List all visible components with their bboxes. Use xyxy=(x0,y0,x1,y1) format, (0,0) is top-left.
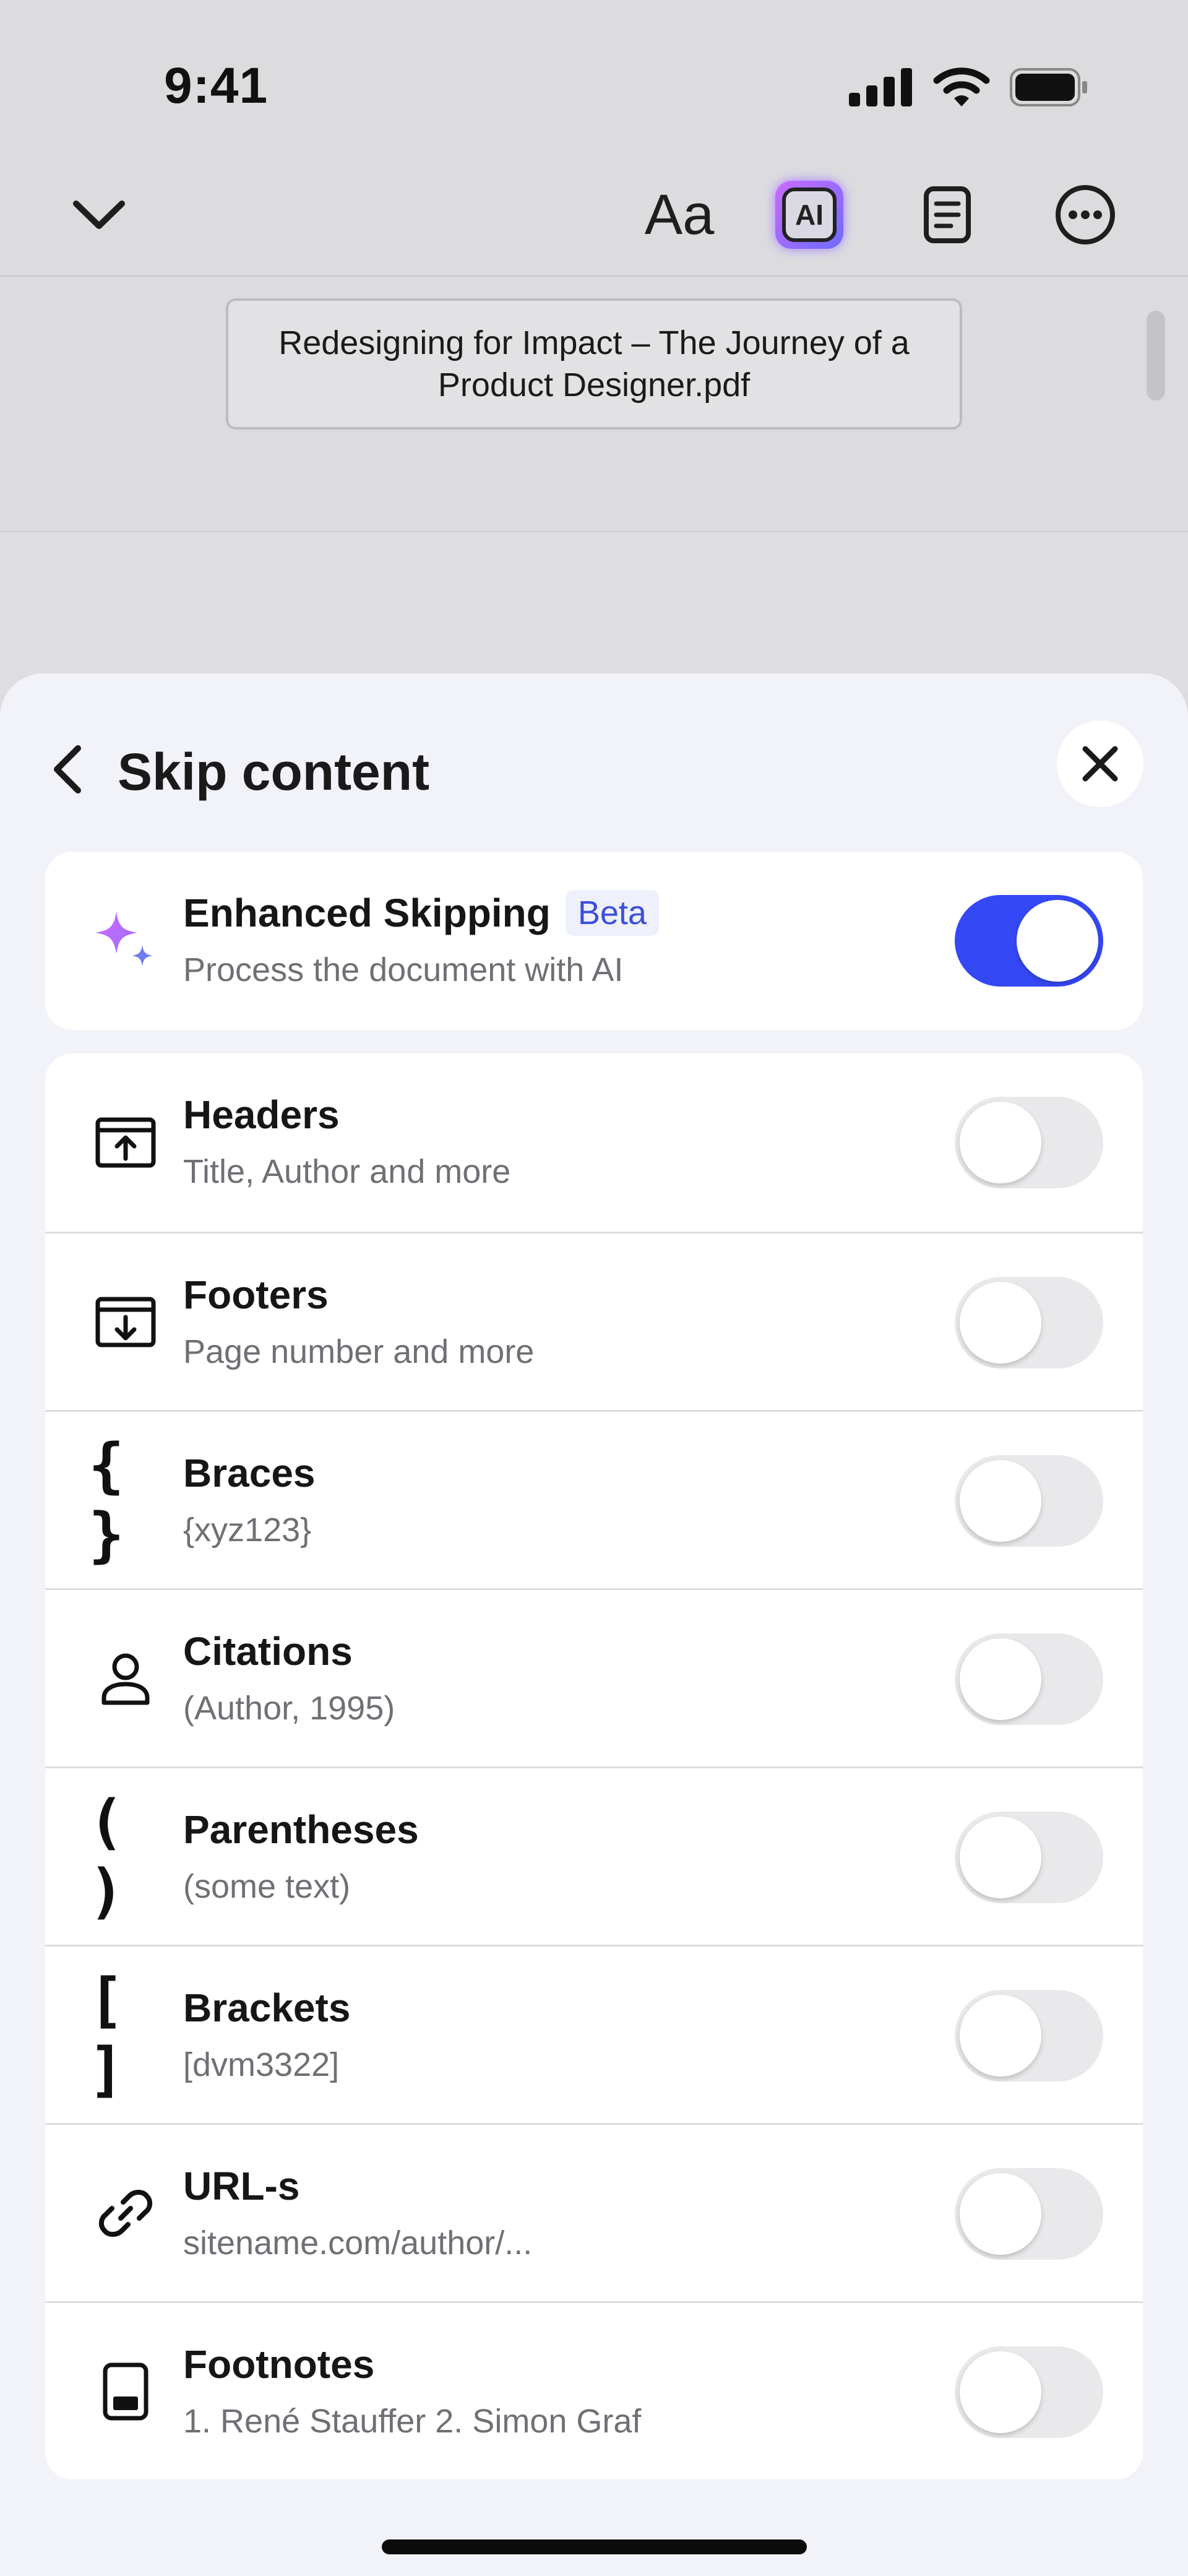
beta-badge: Beta xyxy=(565,890,659,936)
more-icon xyxy=(1056,185,1115,244)
ai-feature-card: Enhanced Skipping Beta Process the docume… xyxy=(45,852,1143,1030)
option-subtitle: [dvm3322] xyxy=(183,2046,340,2083)
option-title: URL-s xyxy=(183,2164,300,2208)
option-headers[interactable]: Headers Title, Author and more xyxy=(45,1053,1143,1232)
urls-toggle[interactable] xyxy=(955,2168,1103,2260)
close-icon xyxy=(1082,746,1118,782)
ai-icon: AI xyxy=(775,181,843,249)
enhanced-skipping-toggle[interactable] xyxy=(955,895,1103,987)
option-urls[interactable]: URL-s sitename.com/author/... xyxy=(45,2123,1143,2301)
status-time: 9:41 xyxy=(164,58,269,114)
sparkle-icon xyxy=(88,852,163,1030)
collapse-button[interactable] xyxy=(59,175,139,255)
skip-options-card: Headers Title, Author and more Footers P… xyxy=(45,1053,1143,2479)
header-icon xyxy=(88,1053,163,1232)
ai-button[interactable]: AI xyxy=(769,175,850,255)
option-title: Footnotes xyxy=(183,2342,375,2387)
option-title: Brackets xyxy=(183,1986,351,2030)
braces-toggle[interactable] xyxy=(955,1455,1103,1547)
sheet-title: Skip content xyxy=(118,743,430,801)
option-footnotes[interactable]: Footnotes 1. René Stauffer 2. Simon Graf xyxy=(45,2301,1143,2479)
person-icon xyxy=(88,1590,163,1766)
option-title: Braces xyxy=(183,1451,316,1495)
option-subtitle: {xyz123} xyxy=(183,1511,312,1549)
enhanced-skipping-row[interactable]: Enhanced Skipping Beta Process the docume… xyxy=(45,852,1143,1030)
scroll-indicator[interactable] xyxy=(1147,311,1165,400)
document-title-chip[interactable]: Redesigning for Impact – The Journey of … xyxy=(226,298,962,430)
link-icon xyxy=(88,2125,163,2301)
home-indicator[interactable] xyxy=(382,2539,807,2554)
more-button[interactable] xyxy=(1045,175,1126,255)
option-title: Citations xyxy=(183,1629,353,1674)
option-footers[interactable]: Footers Page number and more xyxy=(45,1232,1143,1410)
brackets-toggle[interactable] xyxy=(955,1990,1103,2081)
option-title: Footers xyxy=(183,1273,329,1317)
document-page xyxy=(0,531,1188,693)
wifi-icon xyxy=(933,67,990,111)
back-button[interactable] xyxy=(37,732,99,806)
feature-subtitle: Process the document with AI xyxy=(183,951,624,988)
option-subtitle: Page number and more xyxy=(183,1333,535,1370)
signal-icon xyxy=(849,68,913,110)
braces-icon: { } xyxy=(88,1430,124,1570)
font-size-icon: Aa xyxy=(644,183,715,246)
option-title: Parentheses xyxy=(183,1807,419,1852)
footnotes-toggle[interactable] xyxy=(955,2346,1103,2438)
parentheses-icon: ( ) xyxy=(88,1787,124,1926)
option-title: Headers xyxy=(183,1092,340,1137)
chevron-down-icon xyxy=(73,201,125,229)
option-parentheses[interactable]: ( ) Parentheses (some text) xyxy=(45,1766,1143,1945)
font-settings-button[interactable]: Aa xyxy=(633,175,726,255)
option-subtitle: (some text) xyxy=(183,1868,351,1905)
skip-content-sheet: Skip content Enhanced Skipping Beta Proc… xyxy=(0,673,1188,2576)
footers-toggle[interactable] xyxy=(955,1277,1103,1368)
headers-toggle[interactable] xyxy=(955,1097,1103,1188)
feature-title: Enhanced Skipping Beta xyxy=(183,890,659,936)
parentheses-toggle[interactable] xyxy=(955,1812,1103,1903)
option-subtitle: (Author, 1995) xyxy=(183,1690,395,1727)
document-button[interactable] xyxy=(907,175,988,255)
option-brackets[interactable]: [ ] Brackets [dvm3322] xyxy=(45,1945,1143,2123)
brackets-icon: [ ] xyxy=(88,1965,124,2104)
option-citations[interactable]: Citations (Author, 1995) xyxy=(45,1588,1143,1766)
reader-toolbar: Aa AI xyxy=(0,155,1188,277)
battery-icon xyxy=(1010,68,1089,110)
citations-toggle[interactable] xyxy=(955,1633,1103,1725)
option-braces[interactable]: { } Braces {xyz123} xyxy=(45,1410,1143,1588)
option-subtitle: sitename.com/author/... xyxy=(183,2224,533,2262)
close-button[interactable] xyxy=(1057,720,1143,807)
document-icon xyxy=(924,186,971,243)
footer-icon xyxy=(88,1234,163,1410)
status-icons xyxy=(849,67,1089,111)
sheet-header: Skip content xyxy=(0,720,1188,819)
chevron-left-icon xyxy=(54,745,81,793)
status-bar: 9:41 xyxy=(0,0,1188,155)
option-subtitle: Title, Author and more xyxy=(183,1153,511,1190)
option-subtitle: 1. René Stauffer 2. Simon Graf xyxy=(183,2403,642,2440)
footnote-icon xyxy=(88,2303,163,2479)
